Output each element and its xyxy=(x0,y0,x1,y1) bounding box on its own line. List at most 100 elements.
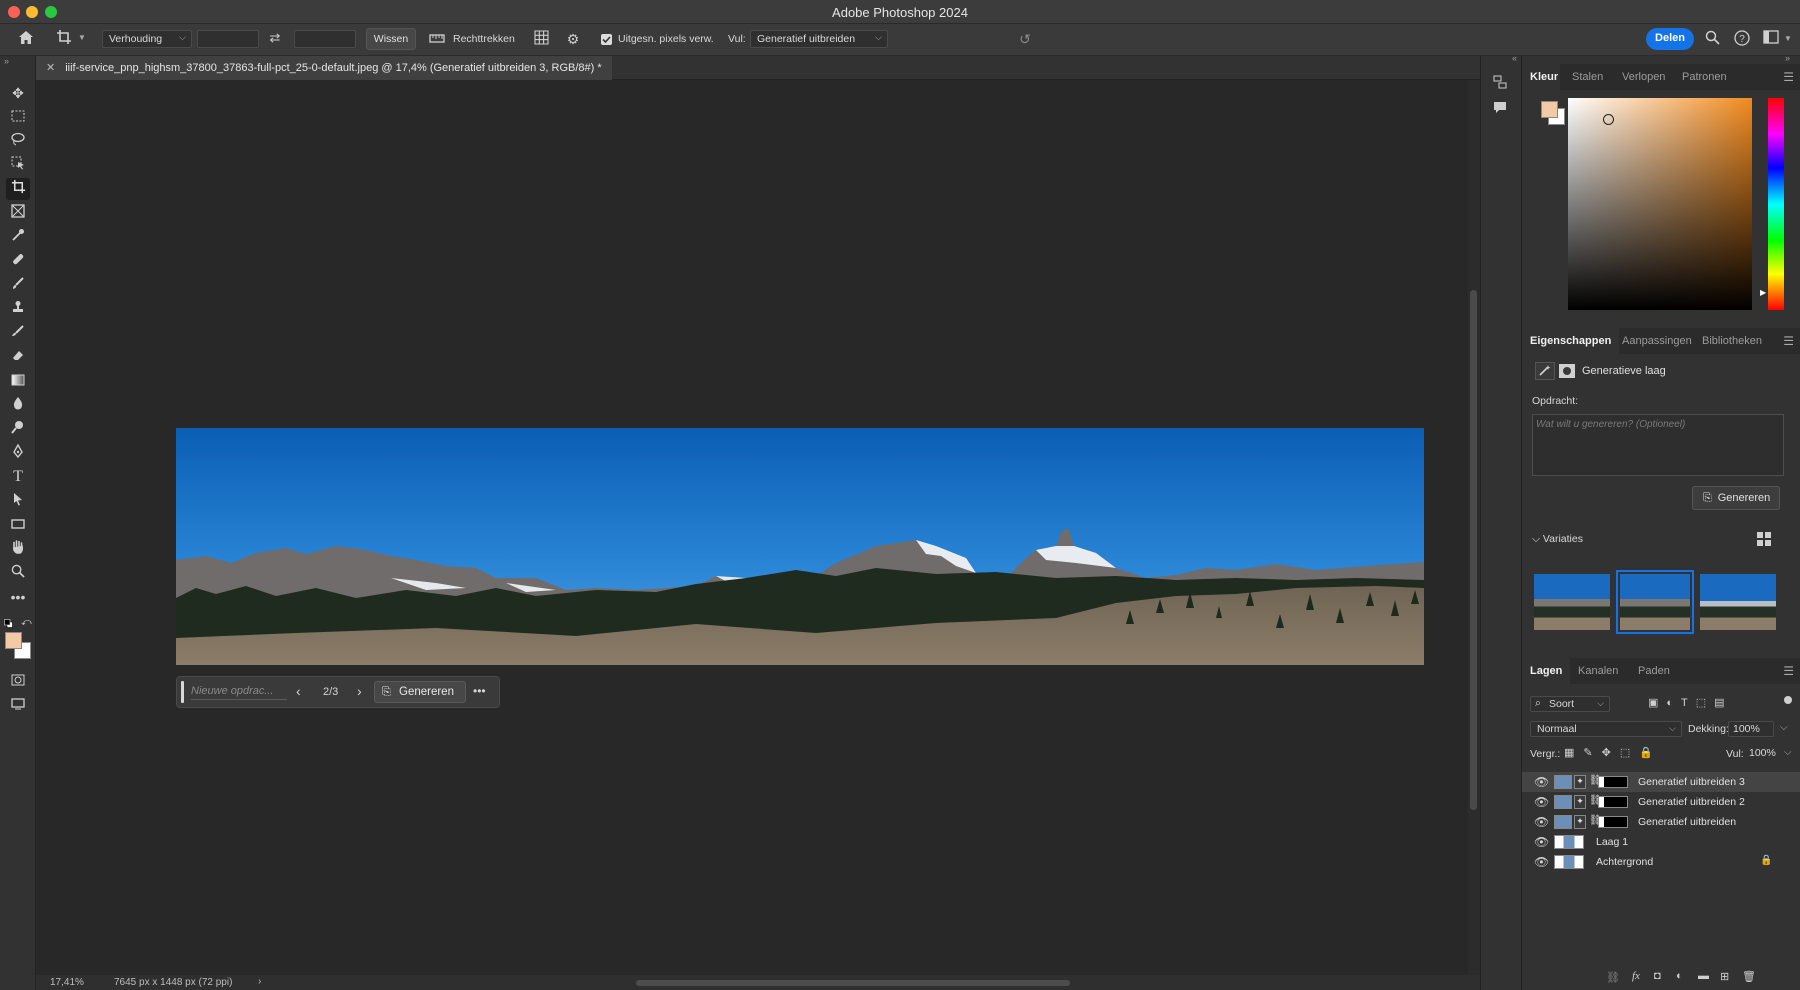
reset-icon[interactable]: ↺ xyxy=(1016,30,1034,48)
new-layer-icon[interactable]: ⊞ xyxy=(1720,970,1729,983)
type-tool-icon[interactable]: T xyxy=(6,466,30,488)
hue-slider-handle[interactable]: ▶ xyxy=(1760,288,1766,297)
delete-pixels-checkbox[interactable] xyxy=(601,34,612,45)
crop-tool-preset-icon[interactable] xyxy=(54,29,74,49)
tab-patterns[interactable]: Patronen xyxy=(1682,64,1727,90)
ratio-width-input[interactable] xyxy=(197,30,259,48)
collapse-toolbar-icon[interactable]: » xyxy=(4,56,9,66)
delete-layer-icon[interactable]: 🗑 xyxy=(1742,970,1756,983)
quick-mask-icon[interactable] xyxy=(6,670,30,692)
properties-generate-button[interactable]: ⎘ Genereren xyxy=(1692,486,1780,510)
history-panel-icon[interactable] xyxy=(1492,74,1512,92)
help-icon[interactable]: ? xyxy=(1733,30,1751,50)
panel-foreground-swatch[interactable] xyxy=(1541,101,1558,118)
tab-paths[interactable]: Paden xyxy=(1638,658,1670,684)
workspace-icon[interactable] xyxy=(1762,30,1780,48)
tab-layers[interactable]: Lagen xyxy=(1522,658,1571,684)
layer-filter-icons[interactable]: ▣◐T⬚▤ xyxy=(1648,696,1733,709)
default-colors-icon[interactable] xyxy=(4,619,13,628)
gradient-tool-icon[interactable] xyxy=(6,370,30,392)
blend-mode-dropdown[interactable]: Normaal ⌵ xyxy=(1530,721,1682,737)
clear-button[interactable]: Wissen xyxy=(366,28,416,50)
fill-dropdown[interactable]: Generatief uitbreiden ⌵ xyxy=(750,30,888,48)
panel-menu-icon[interactable]: ☰ xyxy=(1783,664,1794,678)
filter-toggle[interactable] xyxy=(1784,696,1792,704)
color-picker-handle[interactable] xyxy=(1603,114,1614,125)
object-selection-tool-icon[interactable] xyxy=(6,154,30,176)
new-group-icon[interactable]: ▬ xyxy=(1698,970,1709,982)
hand-tool-icon[interactable] xyxy=(6,538,30,560)
layer-row[interactable]: 👁 ✦ ⛓ Generatief uitbreiden xyxy=(1522,812,1800,832)
move-tool-icon[interactable]: ✥ xyxy=(6,82,30,104)
gear-icon[interactable]: ⚙ xyxy=(564,30,582,48)
healing-brush-tool-icon[interactable] xyxy=(6,250,30,272)
chevron-down-icon[interactable]: ⌵ xyxy=(1780,722,1788,733)
ratio-dropdown[interactable]: Verhouding ⌵ xyxy=(102,30,192,48)
vertical-scroll-thumb[interactable] xyxy=(1470,290,1477,810)
more-tools-icon[interactable]: ••• xyxy=(6,586,30,608)
chevron-down-icon[interactable]: ▼ xyxy=(78,33,86,42)
previous-variation-icon[interactable]: ‹ xyxy=(296,683,301,699)
generate-button[interactable]: ⎘ Genereren xyxy=(374,681,466,703)
ratio-height-input[interactable] xyxy=(294,30,356,48)
drag-handle[interactable] xyxy=(181,681,184,703)
grid-overlay-icon[interactable] xyxy=(532,30,550,49)
horizontal-scroll-thumb[interactable] xyxy=(636,980,1070,986)
lock-icon[interactable]: 🔒 xyxy=(1760,855,1772,866)
visibility-eye-icon[interactable]: 👁 xyxy=(1534,835,1549,849)
collapse-panels-icon[interactable]: » xyxy=(1785,53,1790,63)
variation-thumbnail-selected[interactable] xyxy=(1616,570,1694,634)
tab-gradients[interactable]: Verlopen xyxy=(1622,64,1665,90)
crop-tool-icon[interactable] xyxy=(6,178,30,200)
prompt-textarea[interactable]: Wat wilt u genereren? (Optioneel) xyxy=(1532,414,1784,476)
tab-swatches[interactable]: Stalen xyxy=(1572,64,1603,90)
layer-row[interactable]: 👁 Laag 1 xyxy=(1522,832,1800,852)
swap-icon[interactable]: ⇄ xyxy=(266,29,284,47)
adjustment-layer-icon[interactable]: ◐ xyxy=(1676,970,1683,982)
color-field[interactable] xyxy=(1568,98,1752,310)
blur-tool-icon[interactable] xyxy=(6,394,30,416)
variation-thumbnail[interactable] xyxy=(1700,574,1776,630)
comments-panel-icon[interactable] xyxy=(1492,100,1512,118)
collapse-icon[interactable]: « xyxy=(1512,53,1517,63)
layer-row[interactable]: 👁 ✦ ⛓ Generatief uitbreiden 2 xyxy=(1522,792,1800,812)
status-menu-icon[interactable]: › xyxy=(258,976,261,987)
layer-filter-dropdown[interactable]: ⌕ Soort ⌵ xyxy=(1530,696,1610,712)
opacity-input[interactable]: 100% xyxy=(1728,721,1774,737)
home-icon[interactable] xyxy=(16,30,36,49)
path-selection-tool-icon[interactable] xyxy=(6,490,30,512)
fill-input[interactable]: 100% xyxy=(1746,746,1784,762)
tab-channels[interactable]: Kanalen xyxy=(1578,658,1618,684)
variations-header[interactable]: ⌵ Variaties xyxy=(1532,533,1583,546)
history-brush-tool-icon[interactable] xyxy=(6,322,30,344)
link-layers-icon[interactable]: ⛓ xyxy=(1606,971,1620,984)
add-mask-icon[interactable]: ◘ xyxy=(1654,970,1661,982)
dodge-tool-icon[interactable] xyxy=(6,418,30,440)
straighten-icon[interactable] xyxy=(428,30,446,48)
tab-libraries[interactable]: Bibliotheken xyxy=(1702,328,1762,354)
lasso-tool-icon[interactable] xyxy=(6,130,30,152)
frame-tool-icon[interactable] xyxy=(6,202,30,224)
rectangle-tool-icon[interactable] xyxy=(6,514,30,536)
tab-color[interactable]: Kleur xyxy=(1522,64,1560,90)
share-button[interactable]: Delen xyxy=(1646,28,1694,50)
layer-row[interactable]: 👁 ✦ ⛓ Generatief uitbreiden 3 xyxy=(1522,772,1800,792)
visibility-eye-icon[interactable]: 👁 xyxy=(1534,795,1549,809)
zoom-level[interactable]: 17,41% xyxy=(50,977,84,988)
visibility-eye-icon[interactable]: 👁 xyxy=(1534,815,1549,829)
brush-tool-icon[interactable] xyxy=(6,274,30,296)
panel-menu-icon[interactable]: ☰ xyxy=(1783,334,1794,348)
tab-properties[interactable]: Eigenschappen xyxy=(1522,328,1620,354)
zoom-tool-icon[interactable] xyxy=(6,562,30,584)
foreground-color-swatch[interactable] xyxy=(5,632,22,649)
fx-icon[interactable]: fx xyxy=(1632,970,1640,982)
variation-thumbnail[interactable] xyxy=(1534,574,1610,630)
clone-stamp-tool-icon[interactable] xyxy=(6,298,30,320)
search-icon[interactable] xyxy=(1703,30,1721,49)
close-tab-icon[interactable]: ✕ xyxy=(46,62,55,74)
vertical-scrollbar[interactable] xyxy=(1468,80,1480,975)
visibility-eye-icon[interactable]: 👁 xyxy=(1534,775,1549,789)
next-variation-icon[interactable]: › xyxy=(357,683,362,699)
marquee-tool-icon[interactable] xyxy=(6,106,30,128)
grid-view-icon[interactable] xyxy=(1757,532,1771,546)
